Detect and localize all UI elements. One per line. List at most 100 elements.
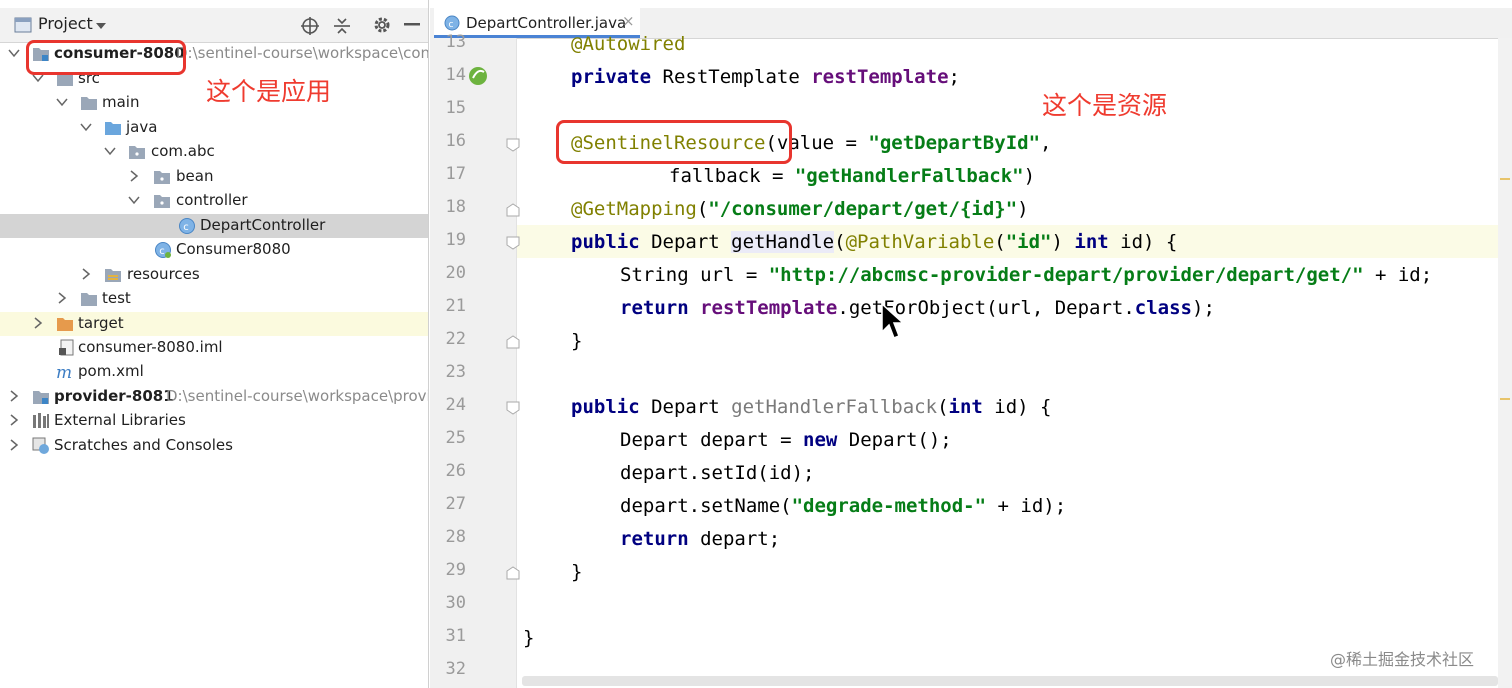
keyword-token: public [571,396,640,418]
tree-item-bean[interactable]: bean [0,165,428,189]
collapse-all-icon[interactable] [332,16,352,36]
keyword-token: return [620,297,689,319]
code-line-22: } [571,325,582,358]
type-token: Depart [639,396,732,418]
field-token: restTemplate [700,297,838,319]
line-number: 13 [445,32,466,52]
tree-item-provider-8081[interactable]: provider-8081 D:\sentinel-course\workspa… [0,385,428,409]
tree-item-target[interactable]: target [0,312,428,336]
keyword-token: class [1134,297,1192,319]
line-number: 26 [445,461,466,481]
punct-token: ) [1017,198,1029,220]
spring-bean-gutter-icon[interactable] [468,66,490,86]
chevron-down-icon[interactable] [80,120,92,134]
code-token: Depart depart = [620,429,804,451]
keyword-token: new [803,429,838,451]
tree-item-iml-file[interactable]: consumer-8080.iml [0,336,428,360]
line-number: 28 [445,527,466,547]
source-folder-icon [105,122,121,135]
tree-item-path: D:\sentinel-course\workspace\provide [166,387,429,405]
fold-icon[interactable] [506,236,520,250]
watermark: @稀土掘金技术社区 [1330,650,1475,669]
line-number: 30 [445,593,466,613]
code-line-14: private RestTemplate restTemplate; [571,61,960,94]
punct-token: ( [834,231,846,253]
chevron-down-icon[interactable] [104,144,116,158]
punct-token: ) [1051,231,1075,253]
punct-token: ( [937,396,949,418]
tree-item-external-libraries[interactable]: External Libraries [0,409,428,433]
code-token: depart; [688,528,781,550]
chevron-down-icon[interactable] [56,95,68,109]
error-stripe[interactable] [1498,38,1512,688]
gear-icon[interactable] [372,15,392,35]
svg-text:c: c [449,20,454,30]
tree-item-controller[interactable]: controller [0,189,428,213]
punct-token: ); [1192,297,1215,319]
method-token: getHandlerFallback [731,396,938,418]
tree-item-java[interactable]: java [0,116,428,140]
code-line-13: @Autowired [571,28,685,61]
line-gutter: 13 14 15 16 17 18 19 20 21 22 23 24 25 2… [430,32,520,688]
tree-item-resources[interactable]: resources [0,263,428,287]
spring-class-icon: c [155,242,171,258]
project-panel: Project consumer-8080 D:\sentinel-course… [0,0,429,688]
code-token: depart.setId(id); [620,462,815,484]
chevron-down-icon[interactable] [96,23,106,29]
punct-token: ) [1023,165,1036,187]
fold-icon[interactable] [506,138,520,152]
annotation-token: @PathVariable [845,231,995,253]
code-line-24: public Depart getHandlerFallback(int id)… [571,391,1051,424]
code-line-19: public Depart getHandle(@PathVariable("i… [571,226,1177,259]
module-folder-icon [33,391,49,404]
chevron-right-icon[interactable] [8,438,20,452]
stripe-marker[interactable] [1500,398,1510,400]
tree-item-label: controller [176,191,248,209]
line-number: 20 [445,263,466,283]
tree-item-pom-xml[interactable]: m pom.xml [0,360,428,384]
chevron-right-icon[interactable] [56,291,68,305]
line-number: 18 [445,197,466,217]
stripe-marker[interactable] [1500,178,1510,180]
line-number: 19 [445,230,466,250]
chevron-right-icon[interactable] [8,413,20,427]
tree-item-consumer8080[interactable]: c Consumer8080 [0,238,428,262]
keyword-token: int [1074,231,1109,253]
package-icon [154,195,170,208]
type-token: Depart [639,231,732,253]
tree-item-scratches[interactable]: Scratches and Consoles [0,434,428,458]
chevron-right-icon[interactable] [128,169,140,183]
chevron-down-icon[interactable] [128,193,140,207]
code-line-20: String url = "http://abcmsc-provider-dep… [620,259,1432,292]
tree-item-label: test [102,289,131,307]
punct-token: ; [948,66,960,88]
tree-item-test[interactable]: test [0,287,428,311]
tree-item-departcontroller[interactable]: c DepartController [0,214,428,238]
project-view-selector[interactable]: Project [38,14,93,33]
chevron-right-icon[interactable] [8,389,20,403]
package-icon [129,146,145,159]
keyword-token: public [571,231,640,253]
locate-icon[interactable] [300,16,320,36]
keyword-token: private [571,66,652,88]
horizontal-scrollbar[interactable] [522,676,1498,686]
highlight-box-application [26,40,186,75]
chevron-down-icon[interactable] [8,46,20,60]
string-token: "/consumer/depart/get/{id}" [708,198,1018,220]
tree-item-path: D:\sentinel-course\workspace\consu [176,44,429,62]
maven-file-icon: m [56,363,72,380]
tree-item-com-abc[interactable]: com.abc [0,140,428,164]
tree-item-label: java [126,118,158,136]
chevron-right-icon[interactable] [80,267,92,281]
fold-icon[interactable] [506,401,520,415]
fold-icon[interactable] [506,566,520,580]
field-token: restTemplate [811,66,949,88]
fold-icon[interactable] [506,203,520,217]
chevron-right-icon[interactable] [32,316,44,330]
minimize-icon[interactable] [404,23,420,27]
line-number: 14 [445,65,466,85]
scratches-icon [32,437,49,454]
line-number: 31 [445,626,466,646]
fold-icon[interactable] [506,335,520,349]
annotation-application: 这个是应用 [206,77,332,106]
